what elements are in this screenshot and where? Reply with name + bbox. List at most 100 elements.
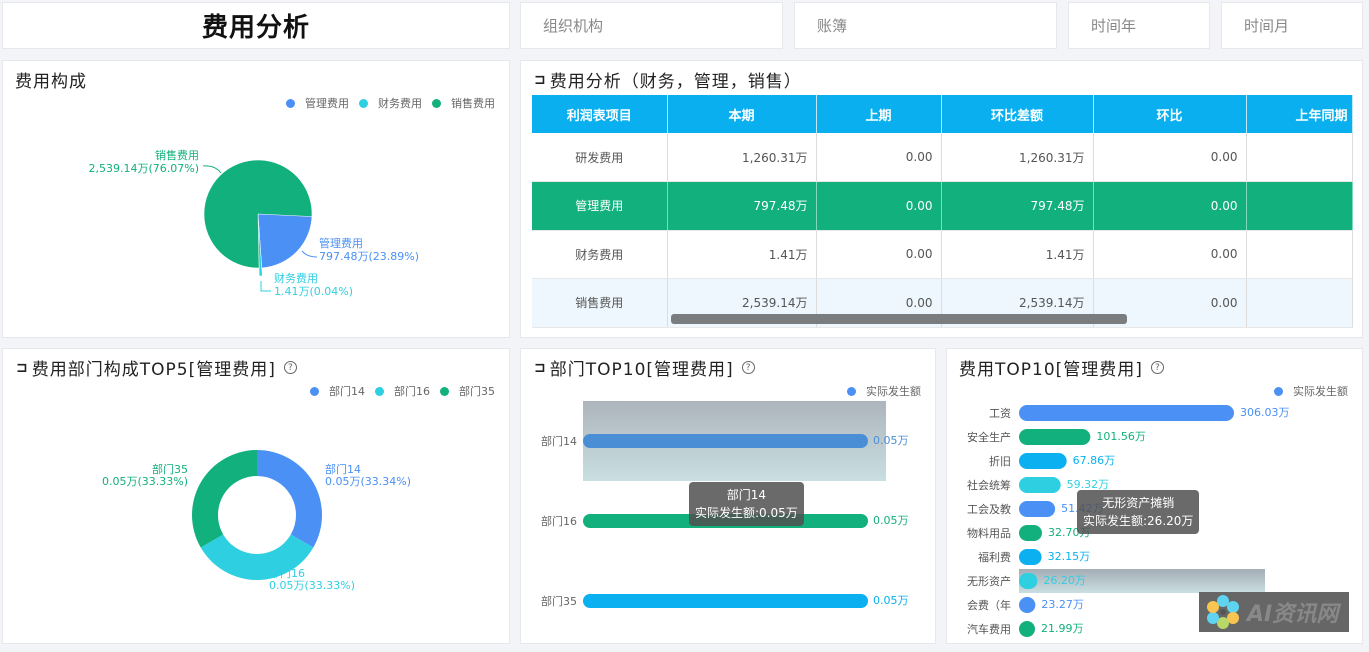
leader-line (301, 250, 318, 258)
bar (1019, 501, 1056, 517)
donut-label-name: 部门16 (269, 566, 305, 580)
category-label: 工资 (989, 407, 1011, 420)
filter-month[interactable]: 时间月 (1221, 2, 1363, 49)
expense-analysis-panel: ⊏ 费用分析（财务，管理，销售） 利润表项目 本期 上期 环比差额 环比 上年同期… (520, 60, 1363, 338)
value-label: 23.27万 (1041, 598, 1084, 611)
donut-label-value: 0.05万(33.33%) (269, 579, 355, 592)
department-composition-panel: ⊏ 费用部门构成TOP5[管理费用]? 部门14 部门16 部门35 部门14 0.… (2, 348, 510, 644)
pie-label-value: 1.41万(0.04%) (274, 285, 353, 298)
table-row-selected[interactable]: 管理费用 797.48万 0.00 797.48万 0.00 (532, 181, 1353, 231)
filter-ledger-label: 账簿 (817, 17, 848, 35)
pie-label-value: 2,539.14万(76.07%) (88, 162, 199, 175)
cell-last-year (1246, 133, 1353, 182)
bar (1019, 597, 1036, 613)
bar (1019, 429, 1091, 445)
pie-label-name: 销售费用 (155, 148, 199, 162)
chart-tooltip: 无形资产摊销 实际发生额:26.20万 (1077, 490, 1200, 534)
column-header[interactable]: 上年同期 (1246, 95, 1353, 133)
cell-ratio: 0.00 (1093, 181, 1247, 231)
category-label: 社会统筹 (967, 478, 1011, 492)
category-label: 安全生产 (967, 430, 1011, 444)
bar (583, 594, 868, 608)
category-label: 工会及教 (967, 503, 1011, 516)
category-label: 会费（年 (967, 598, 1011, 612)
filter-organization-label: 组织机构 (543, 17, 604, 35)
donut-slice-0 (257, 450, 323, 548)
cell-current: 797.48万 (667, 181, 817, 231)
page-title: 费用分析 (201, 13, 310, 43)
cell-previous: 0.00 (816, 230, 942, 279)
donut-label-value: 0.05万(33.33%) (102, 475, 188, 488)
column-header[interactable]: 环比 (1093, 95, 1247, 133)
tooltip-value: 实际发生额:0.05万 (695, 506, 798, 520)
pie-label-name: 财务费用 (274, 271, 318, 285)
tooltip-title: 无形资产摊销 (1102, 496, 1175, 510)
donut-label-name: 部门35 (152, 462, 188, 476)
column-header[interactable]: 利润表项目 (532, 95, 668, 133)
category-label: 汽车费用 (967, 622, 1011, 636)
category-label: 折旧 (989, 454, 1011, 468)
column-header[interactable]: 上期 (816, 95, 942, 133)
cell-item: 销售费用 (532, 278, 668, 328)
value-label: 21.99万 (1041, 622, 1084, 635)
expense-composition-panel: 费用构成 管理费用 财务费用 销售费用 管理费用 797.48万(23.89%) 财… (2, 60, 510, 338)
value-label: 101.56万 (1096, 430, 1146, 443)
value-label: 0.05万 (873, 514, 909, 527)
column-header[interactable]: 本期 (667, 95, 817, 133)
watermark: AI资讯网 (1199, 592, 1349, 632)
table-header-row: 利润表项目 本期 上期 环比差额 环比 上年同期 (532, 95, 1353, 133)
donut-slice-2 (191, 450, 257, 548)
category-label: 无形资产 (967, 574, 1011, 588)
cell-item: 研发费用 (532, 133, 668, 182)
cell-last-year (1246, 230, 1353, 279)
bar (1019, 525, 1042, 541)
value-label: 67.86万 (1073, 454, 1116, 467)
table-row[interactable]: 研发费用 1,260.31万 0.00 1,260.31万 0.00 (532, 133, 1353, 182)
bar (583, 434, 868, 448)
cell-previous: 0.00 (816, 133, 942, 182)
panel-title-text: 费用分析（财务，管理，销售） (549, 72, 802, 92)
donut-label-name: 部门14 (325, 462, 361, 476)
panel-title: ⊏ 费用分析（财务，管理，销售） (533, 67, 802, 93)
cell-item: 财务费用 (532, 230, 668, 279)
chart-tooltip: 部门14 实际发生额:0.05万 (689, 482, 804, 526)
cell-last-year (1246, 181, 1353, 231)
bar (1019, 477, 1061, 493)
category-label: 部门35 (541, 594, 577, 608)
flower-logo-icon (1207, 595, 1239, 629)
cell-diff: 1.41万 (941, 230, 1094, 279)
watermark-text: AI资讯网 (1247, 602, 1339, 627)
cell-current: 1,260.31万 (667, 133, 817, 182)
filter-organization[interactable]: 组织机构 (520, 2, 783, 49)
bar (1019, 573, 1038, 589)
department-top10-panel: ⊏ 部门TOP10[管理费用]? 实际发生额 部门14 0.05万 部门16 0.05万… (520, 348, 936, 644)
horizontal-scrollbar[interactable] (671, 314, 1127, 324)
expense-table: 利润表项目 本期 上期 环比差额 环比 上年同期 研发费用 1,260.31万 … (532, 95, 1353, 328)
page-title-box: 费用分析 (2, 2, 510, 49)
cell-ratio: 0.00 (1093, 133, 1247, 182)
cell-item: 管理费用 (532, 181, 668, 231)
category-label: 物料用品 (967, 526, 1011, 540)
donut-label-value: 0.05万(33.34%) (325, 475, 411, 488)
back-icon[interactable]: ⊏ (533, 72, 546, 88)
filter-year[interactable]: 时间年 (1068, 2, 1210, 49)
filter-month-label: 时间月 (1244, 17, 1290, 35)
pie-slice-0 (257, 213, 313, 269)
filter-ledger[interactable]: 账簿 (794, 2, 1057, 49)
column-header[interactable]: 环比差额 (941, 95, 1094, 133)
cell-ratio: 0.00 (1093, 230, 1247, 279)
value-label: 0.05万 (873, 434, 909, 447)
pie-label-value: 797.48万(23.89%) (319, 250, 419, 263)
table-row[interactable]: 财务费用 1.41万 0.00 1.41万 0.00 (532, 230, 1353, 279)
expense-pie-chart: 管理费用797.48万(23.89%)财务费用1.41万(0.04%) 销售费用2… (88, 148, 419, 298)
category-label: 部门14 (541, 434, 577, 448)
leader-line (260, 281, 271, 292)
value-label: 26.20万 (1043, 574, 1086, 587)
cell-previous: 0.00 (816, 181, 942, 231)
cell-current: 1.41万 (667, 230, 817, 279)
value-label: 306.03万 (1240, 406, 1290, 419)
cell-last-year (1246, 278, 1353, 328)
filter-year-label: 时间年 (1091, 17, 1137, 35)
cell-diff: 1,260.31万 (941, 133, 1094, 182)
bar (1019, 453, 1067, 469)
